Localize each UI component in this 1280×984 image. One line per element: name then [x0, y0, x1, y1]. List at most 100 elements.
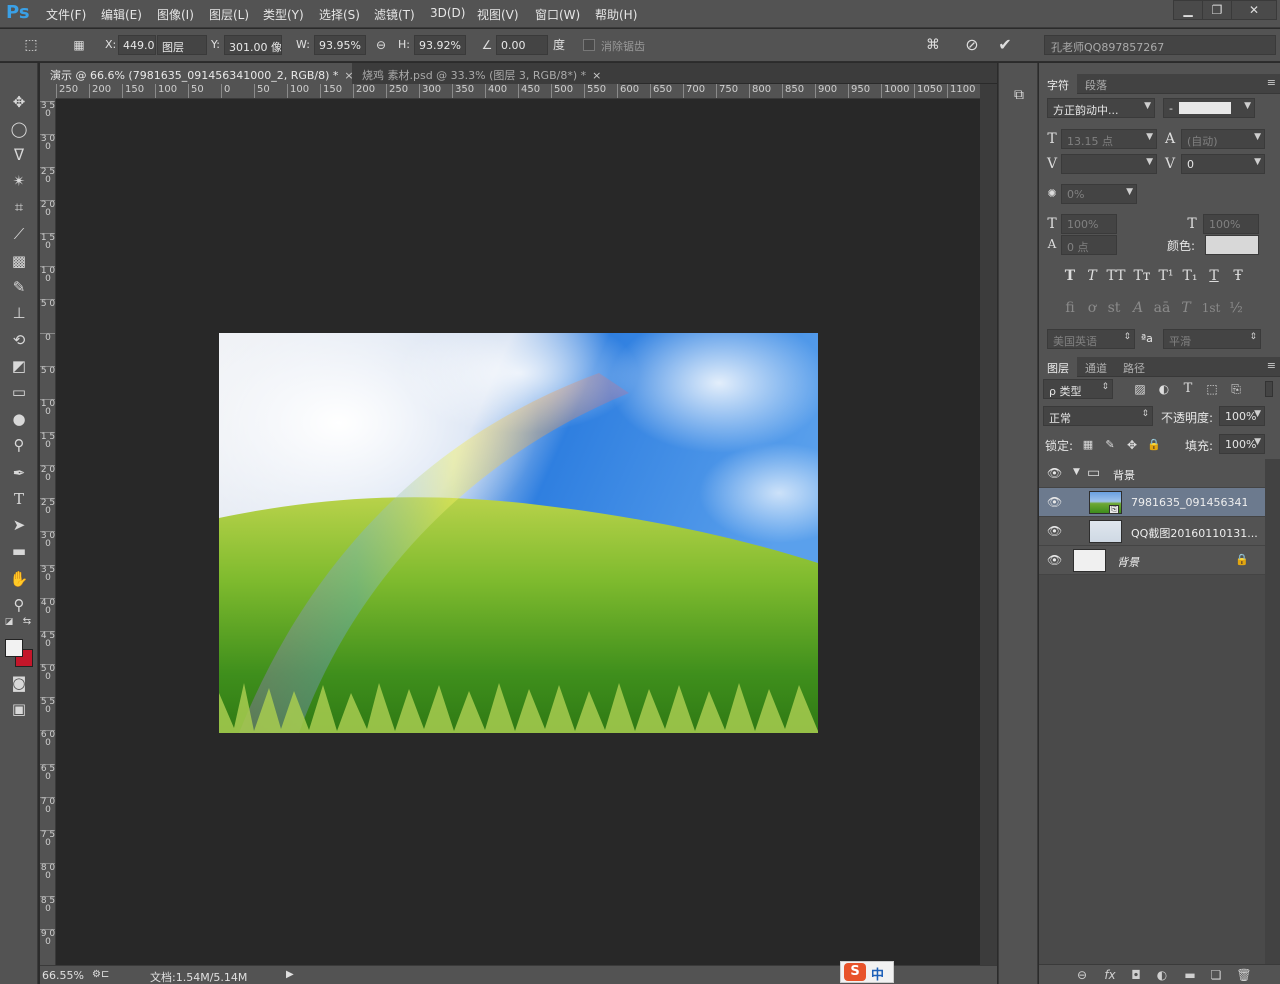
- visibility-eye-icon[interactable]: 👁: [1047, 524, 1062, 538]
- antialias-method-select[interactable]: 平滑 ⇕: [1163, 329, 1261, 349]
- all-caps-icon[interactable]: TT: [1105, 267, 1127, 285]
- menu-help[interactable]: 帮助(H): [595, 6, 637, 22]
- stamp-tool-icon[interactable]: ⊥: [6, 302, 32, 324]
- x-field[interactable]: 449.0(: [118, 35, 156, 55]
- tsume-field[interactable]: 0% ▼: [1061, 184, 1137, 204]
- document-tab-inactive[interactable]: 烧鸡 素材.psd @ 33.3% (图层 3, RGB/8*) * ×: [352, 63, 620, 84]
- path-selection-tool-icon[interactable]: ➤: [6, 514, 32, 536]
- menu-filter[interactable]: 滤镜(T): [374, 6, 415, 22]
- antialias-checkbox[interactable]: [583, 39, 595, 51]
- ellipse-marquee-tool-icon[interactable]: ◯: [6, 118, 32, 140]
- kerning-field[interactable]: ▼: [1061, 154, 1157, 174]
- font-family-select[interactable]: 方正韵动中... ▼: [1047, 98, 1155, 118]
- titling-alternates-icon[interactable]: aā: [1151, 299, 1173, 317]
- visibility-eye-icon[interactable]: 👁: [1047, 553, 1062, 567]
- fill-field[interactable]: 100% ▼: [1219, 434, 1265, 454]
- cancel-transform-icon[interactable]: ⊘: [961, 35, 983, 55]
- move-tool-icon[interactable]: ✥: [6, 91, 32, 113]
- faux-italic-icon[interactable]: T: [1083, 267, 1101, 285]
- small-caps-icon[interactable]: Tт: [1131, 267, 1153, 285]
- eraser-tool-icon[interactable]: ◩: [6, 355, 32, 377]
- history-brush-tool-icon[interactable]: ⟲: [6, 329, 32, 351]
- close-tab-icon[interactable]: ×: [592, 69, 601, 82]
- filter-adjustment-icon[interactable]: ◐: [1155, 380, 1173, 398]
- dodge-tool-icon[interactable]: ⚲: [6, 434, 32, 456]
- zoom-tool-icon[interactable]: ⚲: [6, 594, 32, 616]
- text-color-swatch[interactable]: [1205, 235, 1259, 255]
- tab-channels[interactable]: 通道: [1077, 357, 1115, 377]
- layer-row-smart-object[interactable]: 👁 ⎘ 7981635_091456341...: [1039, 488, 1265, 517]
- new-layer-icon[interactable]: ❏: [1207, 967, 1225, 983]
- type-tool-icon[interactable]: T: [6, 488, 32, 510]
- menu-layer[interactable]: 图层(L): [209, 6, 249, 22]
- language-select[interactable]: 美国英语 ⇕: [1047, 329, 1135, 349]
- visibility-eye-icon[interactable]: 👁: [1047, 466, 1062, 480]
- visibility-eye-icon[interactable]: 👁: [1047, 495, 1062, 509]
- document-tab-active[interactable]: 演示 @ 66.6% (7981635_091456341000_2, RGB/…: [40, 63, 354, 84]
- quick-mask-icon[interactable]: ◙: [6, 672, 32, 694]
- angle-field[interactable]: 0.00: [496, 35, 548, 55]
- minimize-button[interactable]: ▁: [1173, 0, 1203, 20]
- menu-type[interactable]: 类型(Y): [263, 6, 304, 22]
- document-image[interactable]: [219, 333, 818, 733]
- filter-smart-object-icon[interactable]: ⎘: [1227, 380, 1245, 398]
- restore-button[interactable]: ❐: [1202, 0, 1232, 20]
- lock-transparent-icon[interactable]: ▦: [1079, 436, 1097, 454]
- blend-mode-select[interactable]: 正常 ⇕: [1043, 406, 1153, 426]
- gradient-tool-icon[interactable]: ▭: [6, 381, 32, 403]
- menu-image[interactable]: 图像(I): [157, 6, 194, 22]
- lock-image-icon[interactable]: ✎: [1101, 436, 1119, 454]
- panel-menu-icon[interactable]: ≡: [1267, 76, 1276, 89]
- ligatures-icon[interactable]: fi: [1061, 299, 1079, 317]
- menu-window[interactable]: 窗口(W): [535, 6, 580, 22]
- y-field[interactable]: 301.00 像: [224, 35, 282, 55]
- superscript-icon[interactable]: T¹: [1157, 267, 1175, 285]
- tab-character[interactable]: 字符: [1039, 74, 1077, 94]
- strikethrough-icon[interactable]: Ŧ: [1229, 267, 1247, 285]
- subscript-icon[interactable]: T₁: [1181, 267, 1199, 285]
- filter-toggle[interactable]: [1265, 381, 1273, 397]
- layers-scrollbar[interactable]: [1265, 459, 1280, 964]
- ordinals-icon-t[interactable]: T: [1177, 299, 1195, 317]
- fx-icon[interactable]: fx: [1101, 967, 1119, 983]
- default-colors-icon[interactable]: ◪: [2, 615, 16, 629]
- healing-brush-tool-icon[interactable]: ▩: [6, 250, 32, 272]
- layer-row-group[interactable]: 👁 ▼ ▭ 背景: [1039, 459, 1265, 488]
- fractions-icon[interactable]: ½: [1227, 299, 1245, 317]
- horizontal-scale-field[interactable]: 100%: [1203, 214, 1259, 234]
- w-field[interactable]: 93.95%: [314, 35, 366, 55]
- close-window-button[interactable]: ✕: [1231, 0, 1277, 20]
- baseline-shift-field[interactable]: 0 点: [1061, 235, 1117, 255]
- mask-icon[interactable]: ◘: [1127, 967, 1145, 983]
- layer-filter-select[interactable]: ρ 类型 ⇕: [1043, 379, 1113, 399]
- tab-layers[interactable]: 图层: [1039, 357, 1077, 377]
- menu-view[interactable]: 视图(V): [477, 6, 519, 22]
- reference-point-icon[interactable]: ▦: [68, 35, 90, 55]
- ime-status[interactable]: S 中: [840, 961, 894, 983]
- tab-paragraph[interactable]: 段落: [1077, 74, 1115, 94]
- workspace-field[interactable]: 孔老师QQ897857267: [1044, 35, 1276, 55]
- group-expand-icon[interactable]: ▼: [1073, 467, 1080, 477]
- vertical-scale-field[interactable]: 100%: [1061, 214, 1117, 234]
- hand-tool-icon[interactable]: ✋: [6, 568, 32, 590]
- link-icon[interactable]: ⊖: [1073, 967, 1091, 983]
- filter-pixel-icon[interactable]: ▨: [1131, 380, 1149, 398]
- trash-icon[interactable]: 🗑: [1235, 967, 1253, 983]
- menu-3d[interactable]: 3D(D): [430, 6, 465, 22]
- h-field[interactable]: 93.92%: [414, 35, 466, 55]
- commit-transform-icon[interactable]: ✔: [994, 35, 1016, 55]
- faux-bold-icon[interactable]: T: [1061, 267, 1079, 285]
- filter-type-icon[interactable]: T: [1179, 380, 1197, 398]
- blur-tool-icon[interactable]: ●: [6, 408, 32, 430]
- swash-icon[interactable]: A: [1129, 299, 1147, 317]
- filter-shape-icon[interactable]: ⬚: [1203, 380, 1221, 398]
- rectangle-tool-icon[interactable]: ▬: [6, 540, 32, 562]
- adjustment-icon[interactable]: ◐: [1153, 967, 1171, 983]
- crop-tool-icon[interactable]: ⌗: [6, 196, 32, 218]
- leading-field[interactable]: (自动) ▼: [1181, 129, 1265, 149]
- status-config-icon[interactable]: ⚙⊏: [92, 969, 109, 980]
- history-panel-icon[interactable]: ⧉: [1009, 87, 1029, 107]
- font-size-field[interactable]: 13.15 点 ▼: [1061, 129, 1157, 149]
- transform-tool-icon[interactable]: ⬚: [20, 35, 42, 55]
- reference-select[interactable]: 图层: [157, 35, 207, 55]
